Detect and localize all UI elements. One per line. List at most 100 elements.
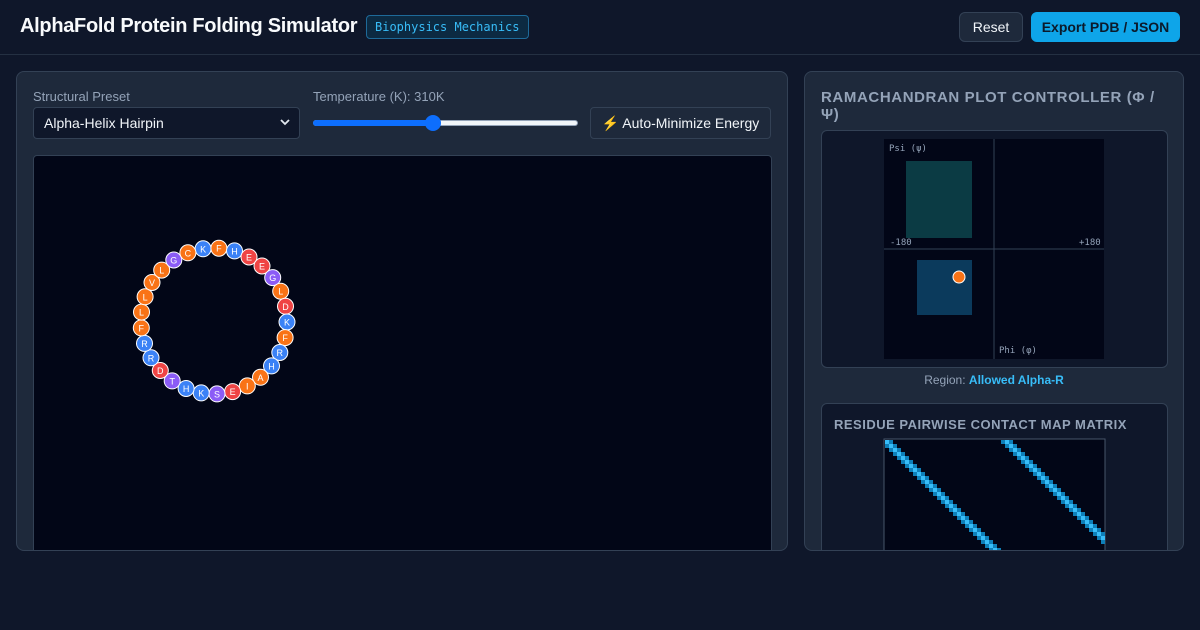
contact-map-view[interactable] [822,404,1169,551]
contact-cell [1085,516,1089,520]
contact-cell [1001,440,1005,444]
export-button[interactable]: Export PDB / JSON [1031,12,1180,42]
contact-cell [1101,540,1105,544]
contact-cell [921,472,925,476]
contact-cell [1093,524,1097,528]
contact-cell [1009,444,1013,448]
residue-label: R [148,353,155,363]
contact-cell [1069,500,1073,504]
residue-label: F [282,333,288,343]
allowed-region-beta [906,161,972,238]
contact-cell [1025,460,1029,464]
contact-cell [905,464,909,468]
ramachandran-plot-box: Psi (ψ) -180 +180 Phi (φ) [821,130,1168,368]
contact-cell [1061,500,1065,504]
contact-cell [897,448,901,452]
contact-cell [941,496,945,500]
psi-axis-label: Psi (ψ) [889,144,927,154]
contact-cell [893,448,897,452]
auto-minimize-button[interactable]: ⚡ Auto-Minimize Energy [590,107,771,139]
contact-cell [929,488,933,492]
contact-cell [1057,488,1061,492]
contact-cell [1013,448,1017,452]
contact-cell [977,536,981,540]
contact-cell [1073,508,1077,512]
residue-label: F [139,323,145,333]
slider-thumb[interactable] [425,115,442,131]
contact-cell [1041,476,1045,480]
contact-cell [913,472,917,476]
contact-cell [1077,516,1081,520]
contact-cell [1073,504,1077,508]
contact-cell [897,456,901,460]
contact-cell [1009,448,1013,452]
contact-cell [1033,468,1037,472]
residue-label: D [157,366,164,376]
residue-label: H [268,361,275,371]
contact-cell [973,524,977,528]
contact-cell [1005,444,1009,448]
preset-select[interactable]: Alpha-Helix Hairpin [33,107,300,139]
contact-cell [977,532,981,536]
contact-cell [921,480,925,484]
residue-label: K [200,244,206,254]
contact-cell [941,492,945,496]
contact-cell [913,464,917,468]
ramachandran-title: RAMACHANDRAN PLOT CONTROLLER (Φ / Ψ) [821,89,1155,123]
contact-cell [981,536,985,540]
contact-cell [1025,464,1029,468]
ramachandran-plot[interactable]: Psi (ψ) -180 +180 Phi (φ) [822,131,1169,369]
residue-label: T [169,376,175,386]
contact-cell [933,484,937,488]
region-prefix: Region: [924,373,966,387]
top-bar: AlphaFold Protein Folding Simulator Biop… [0,0,1200,55]
region-value: Allowed Alpha-R [968,373,1064,387]
analysis-panel: RAMACHANDRAN PLOT CONTROLLER (Φ / Ψ) Psi… [804,71,1184,551]
contact-cell [937,496,941,500]
contact-cell [957,508,961,512]
chevron-down-icon [279,108,291,150]
contact-cell [969,520,973,524]
contact-cell [1029,468,1033,472]
region-readout: Region: Allowed Alpha-R [805,373,1183,387]
contact-cell [1081,516,1085,520]
residue-label: C [185,248,192,258]
contact-cell [985,536,989,540]
residue-label: I [246,381,249,391]
contact-cell [1041,480,1045,484]
phi-psi-marker[interactable] [952,270,966,284]
contact-cell [885,444,889,448]
protein-canvas[interactable]: KFHEEGLDKFRHAIESKHTDRRFLLVLGC [33,155,772,551]
tick-max-label: +180 [1079,238,1101,248]
contact-cell [917,472,921,476]
contact-cell [1041,472,1045,476]
contact-cell [1017,448,1021,452]
contact-cell [893,452,897,456]
temperature-label: Temperature (K): 310K [313,89,445,104]
residue-label: G [269,273,276,283]
contact-cell [1053,488,1057,492]
residue-label: G [170,256,177,266]
reset-button[interactable]: Reset [959,12,1023,42]
contact-cell [1045,484,1049,488]
contact-cell [1073,512,1077,516]
contact-cell [973,528,977,532]
contact-cell [1053,484,1057,488]
contact-cell [965,516,969,520]
contact-cell [1017,452,1021,456]
contact-cell [901,456,905,460]
contact-cell [889,440,893,444]
contact-cell [957,516,961,520]
slider-fill [313,120,434,126]
contact-cell [929,480,933,484]
contact-cell [1089,520,1093,524]
protein-chain-view[interactable]: K F HEEGLDKFRHAIESKHTDRRFLLVLGC [34,156,772,551]
contact-cell [921,476,925,480]
contact-cell [905,456,909,460]
contact-cell [1029,464,1033,468]
contact-cell [957,512,961,516]
temperature-slider[interactable] [313,115,578,131]
contact-cell [961,520,965,524]
contact-cell [925,480,929,484]
contact-cell [981,540,985,544]
